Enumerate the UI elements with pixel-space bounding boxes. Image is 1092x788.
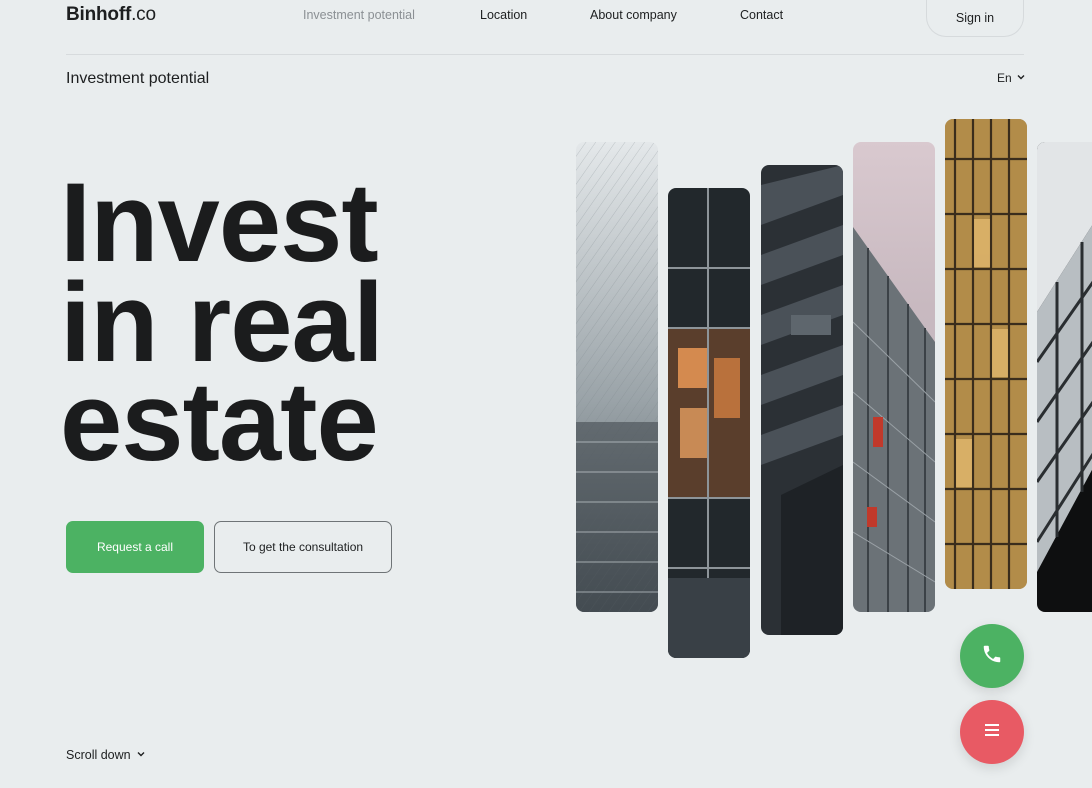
hero-line-3: estate — [60, 359, 379, 484]
brand-tld: .co — [131, 4, 156, 25]
nav-about-company[interactable]: About company — [590, 8, 677, 22]
sign-in-button[interactable]: Sign in — [926, 0, 1024, 37]
header-divider — [66, 54, 1024, 55]
scroll-label: Scroll down — [66, 748, 131, 762]
building-corner-photo — [1037, 142, 1092, 612]
nav-location[interactable]: Location — [480, 8, 527, 22]
brand-name: Binhoff — [66, 4, 132, 25]
request-call-button[interactable]: Request a call — [66, 521, 204, 573]
building-photo — [668, 188, 750, 658]
language-selector[interactable]: En — [997, 71, 1026, 85]
consultation-button[interactable]: To get the consultation — [214, 521, 392, 573]
nav-contact[interactable]: Contact — [740, 8, 783, 22]
language-label: En — [997, 71, 1012, 85]
brand-logo[interactable]: Binhoff.co — [66, 4, 156, 26]
call-button[interactable] — [960, 624, 1024, 688]
facade-photo — [761, 165, 843, 635]
phone-icon — [981, 643, 1003, 670]
chevron-down-icon — [1016, 71, 1026, 85]
menu-icon — [985, 723, 999, 741]
chevron-down-icon — [136, 748, 146, 762]
menu-button[interactable] — [960, 700, 1024, 764]
tower-photo — [853, 142, 935, 612]
nav-investment-potential[interactable]: Investment potential — [303, 8, 415, 22]
section-title: Investment potential — [66, 70, 210, 87]
glass-building-photo — [945, 119, 1027, 589]
skyscraper-photo — [576, 142, 658, 612]
scroll-down[interactable]: Scroll down — [66, 748, 146, 762]
